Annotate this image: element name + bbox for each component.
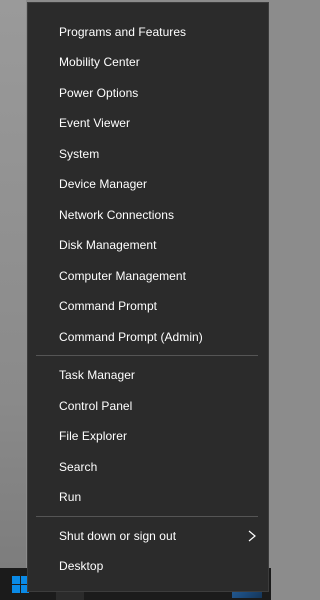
- menu-item-control-panel[interactable]: Control Panel: [28, 391, 268, 421]
- chevron-right-icon: [246, 529, 258, 543]
- menu-item-label: Control Panel: [59, 399, 133, 413]
- menu-item-task-manager[interactable]: Task Manager: [28, 360, 268, 390]
- menu-item-label: Run: [59, 490, 82, 504]
- menu-item-label: Command Prompt: [59, 299, 158, 313]
- menu-item-label: File Explorer: [59, 429, 128, 443]
- menu-item-label: Desktop: [59, 559, 104, 573]
- menu-separator: [36, 355, 258, 356]
- menu-item-command-prompt-admin[interactable]: Command Prompt (Admin): [28, 322, 268, 352]
- menu-item-shut-down-or-sign-out[interactable]: Shut down or sign out: [28, 521, 268, 551]
- menu-item-label: Programs and Features: [59, 25, 187, 39]
- menu-item-command-prompt[interactable]: Command Prompt: [28, 291, 268, 321]
- menu-item-label: Network Connections: [59, 208, 175, 222]
- menu-separator: [36, 516, 258, 517]
- menu-item-run[interactable]: Run: [28, 482, 268, 512]
- menu-item-disk-management[interactable]: Disk Management: [28, 230, 268, 260]
- menu-item-label: Task Manager: [59, 368, 135, 382]
- menu-item-label: Power Options: [59, 86, 139, 100]
- menu-item-label: Disk Management: [59, 238, 157, 252]
- menu-item-programs-and-features[interactable]: Programs and Features: [28, 17, 268, 47]
- menu-item-label: Mobility Center: [59, 55, 140, 69]
- menu-item-label: Shut down or sign out: [59, 529, 177, 543]
- menu-item-label: System: [59, 147, 100, 161]
- menu-item-label: Computer Management: [59, 269, 187, 283]
- quick-link-menu: Programs and Features Mobility Center Po…: [27, 2, 269, 592]
- menu-item-file-explorer[interactable]: File Explorer: [28, 421, 268, 451]
- menu-item-desktop[interactable]: Desktop: [28, 551, 268, 581]
- desktop-background: [0, 0, 26, 568]
- menu-item-label: Command Prompt (Admin): [59, 330, 203, 344]
- windows-logo-icon: [11, 575, 29, 593]
- menu-item-event-viewer[interactable]: Event Viewer: [28, 108, 268, 138]
- menu-item-power-options[interactable]: Power Options: [28, 78, 268, 108]
- menu-item-system[interactable]: System: [28, 139, 268, 169]
- menu-item-network-connections[interactable]: Network Connections: [28, 200, 268, 230]
- menu-item-mobility-center[interactable]: Mobility Center: [28, 47, 268, 77]
- taskbar-app-icon[interactable]: [56, 592, 84, 600]
- menu-item-computer-management[interactable]: Computer Management: [28, 261, 268, 291]
- menu-item-label: Search: [59, 460, 98, 474]
- menu-item-label: Device Manager: [59, 177, 148, 191]
- menu-item-label: Event Viewer: [59, 116, 131, 130]
- menu-item-search[interactable]: Search: [28, 452, 268, 482]
- menu-item-device-manager[interactable]: Device Manager: [28, 169, 268, 199]
